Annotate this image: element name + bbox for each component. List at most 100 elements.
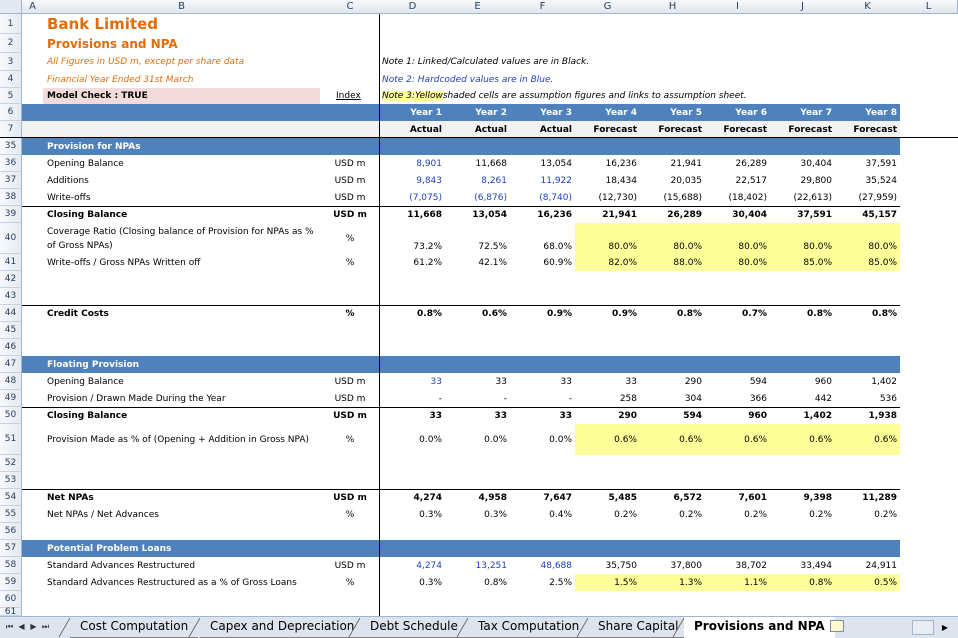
next-sheet-button[interactable]: ▶ [28,620,39,634]
row-label[interactable]: Credit Costs [43,305,320,322]
value-cell[interactable]: 35,750 [575,557,640,574]
value-cell[interactable]: 0.8% [640,305,705,322]
value-cell[interactable]: 4,274 [380,557,445,574]
row-header[interactable]: 35 [0,138,22,155]
row-header[interactable]: 53 [0,472,22,489]
value-cell[interactable]: 42.1% [445,254,510,271]
value-cell[interactable]: 61.2% [380,254,445,271]
value-cell[interactable]: 80.0% [835,223,900,254]
value-cell[interactable]: 80.0% [575,223,640,254]
year-header[interactable]: Year 2 [445,104,510,121]
sheet-tab-provisions-and-npa[interactable]: Provisions and NPA [684,617,835,638]
figures-note-cell[interactable]: All Figures in USD m, except per share d… [43,53,320,71]
value-cell[interactable]: 33,494 [770,557,835,574]
section-ppl-label[interactable]: Potential Problem Loans [43,540,320,557]
prev-sheet-button[interactable]: ◀ [16,620,27,634]
value-cell[interactable]: 29,800 [770,172,835,189]
row-header[interactable]: 1 [0,14,22,34]
value-cell[interactable]: 0.6% [835,424,900,455]
value-cell[interactable]: 5,485 [575,489,640,506]
value-cell[interactable]: 13,054 [510,155,575,172]
row-header[interactable]: 57 [0,540,22,557]
value-cell[interactable]: 21,941 [575,206,640,223]
column-header-g[interactable]: G [575,0,641,14]
row-header[interactable]: 61 [0,608,22,616]
value-cell[interactable]: 1,402 [770,407,835,424]
kind-header[interactable]: Actual [445,121,510,138]
year-header[interactable]: Year 8 [835,104,900,121]
row-header[interactable]: 4 [0,71,22,88]
row-header[interactable]: 54 [0,489,22,506]
value-cell[interactable]: 24,911 [835,557,900,574]
value-cell[interactable]: 9,398 [770,489,835,506]
value-cell[interactable]: 7,601 [705,489,770,506]
note1-cell[interactable]: Note 1: Linked/Calculated values are in … [380,53,780,71]
unit-cell[interactable]: USD m [320,373,380,390]
value-cell[interactable]: 0.4% [510,506,575,523]
value-cell[interactable]: 1,938 [835,407,900,424]
year-header[interactable]: Year 4 [575,104,640,121]
unit-cell[interactable]: % [320,506,380,523]
kind-header[interactable]: Forecast [835,121,900,138]
kind-header[interactable]: Forecast [640,121,705,138]
value-cell[interactable]: 30,404 [705,206,770,223]
sheet-tab-capex-and-depreciation[interactable]: Capex and Depreciation [200,617,365,638]
row-header[interactable]: 60 [0,591,22,608]
value-cell[interactable]: 0.8% [770,305,835,322]
value-cell[interactable]: (7,075) [380,189,445,206]
column-header-c[interactable]: C [320,0,381,14]
value-cell[interactable]: 35,524 [835,172,900,189]
value-cell[interactable]: 20,035 [640,172,705,189]
value-cell[interactable]: 21,941 [640,155,705,172]
value-cell[interactable]: 33 [510,407,575,424]
unit-cell[interactable]: % [320,254,380,271]
value-cell[interactable]: (12,730) [575,189,640,206]
row-label[interactable]: Closing Balance [43,407,320,424]
last-sheet-button[interactable]: ⏭ [40,620,51,634]
value-cell[interactable]: 33 [575,373,640,390]
value-cell[interactable]: 16,236 [510,206,575,223]
index-link[interactable]: Index [320,88,380,104]
row-header[interactable]: 46 [0,339,22,356]
value-cell[interactable]: 85.0% [835,254,900,271]
value-cell[interactable]: 80.0% [705,223,770,254]
note3-cell[interactable]: Note 3: Yellow shaded cells are assumpti… [380,88,900,104]
row-header[interactable]: 43 [0,288,22,305]
value-cell[interactable]: 4,274 [380,489,445,506]
value-cell[interactable]: (22,613) [770,189,835,206]
horizontal-scrollbar[interactable] [912,620,934,635]
column-header-f[interactable]: F [510,0,576,14]
value-cell[interactable]: 536 [835,390,900,407]
row-header[interactable]: 40 [0,223,22,254]
unit-cell[interactable]: USD m [320,155,380,172]
value-cell[interactable]: 8,901 [380,155,445,172]
unit-cell[interactable]: % [320,424,380,455]
row-header[interactable]: 49 [0,390,22,407]
value-cell[interactable]: 22,517 [705,172,770,189]
select-all-corner[interactable] [0,0,22,14]
value-cell[interactable]: 68.0% [510,223,575,254]
value-cell[interactable]: 0.2% [835,506,900,523]
year-header[interactable]: Year 6 [705,104,770,121]
row-header[interactable]: 48 [0,373,22,390]
row-label[interactable]: Provision / Drawn Made During the Year [43,390,320,407]
row-label[interactable]: Net NPAs [43,489,320,506]
value-cell[interactable]: 11,289 [835,489,900,506]
row-header[interactable]: 7 [0,121,22,138]
row-label[interactable]: Write-offs / Gross NPAs Written off [43,254,320,271]
value-cell[interactable]: 4,958 [445,489,510,506]
value-cell[interactable]: 0.6% [640,424,705,455]
row-header[interactable]: 41 [0,254,22,271]
value-cell[interactable]: 960 [705,407,770,424]
value-cell[interactable]: 60.9% [510,254,575,271]
row-header[interactable]: 51 [0,424,22,455]
spreadsheet-grid[interactable]: A B C D E F G H I J K L 1 2 3 4 5 6 7 35 36 37 38 39 40 41 42 43 44 4… [0,0,958,616]
unit-cell[interactable]: USD m [320,557,380,574]
value-cell[interactable]: 37,591 [770,206,835,223]
value-cell[interactable]: 0.8% [445,574,510,591]
unit-cell[interactable]: % [320,223,380,254]
sheet-tab-debt-schedule[interactable]: Debt Schedule [360,617,468,638]
value-cell[interactable]: 0.0% [510,424,575,455]
value-cell[interactable]: 0.3% [445,506,510,523]
value-cell[interactable]: - [510,390,575,407]
